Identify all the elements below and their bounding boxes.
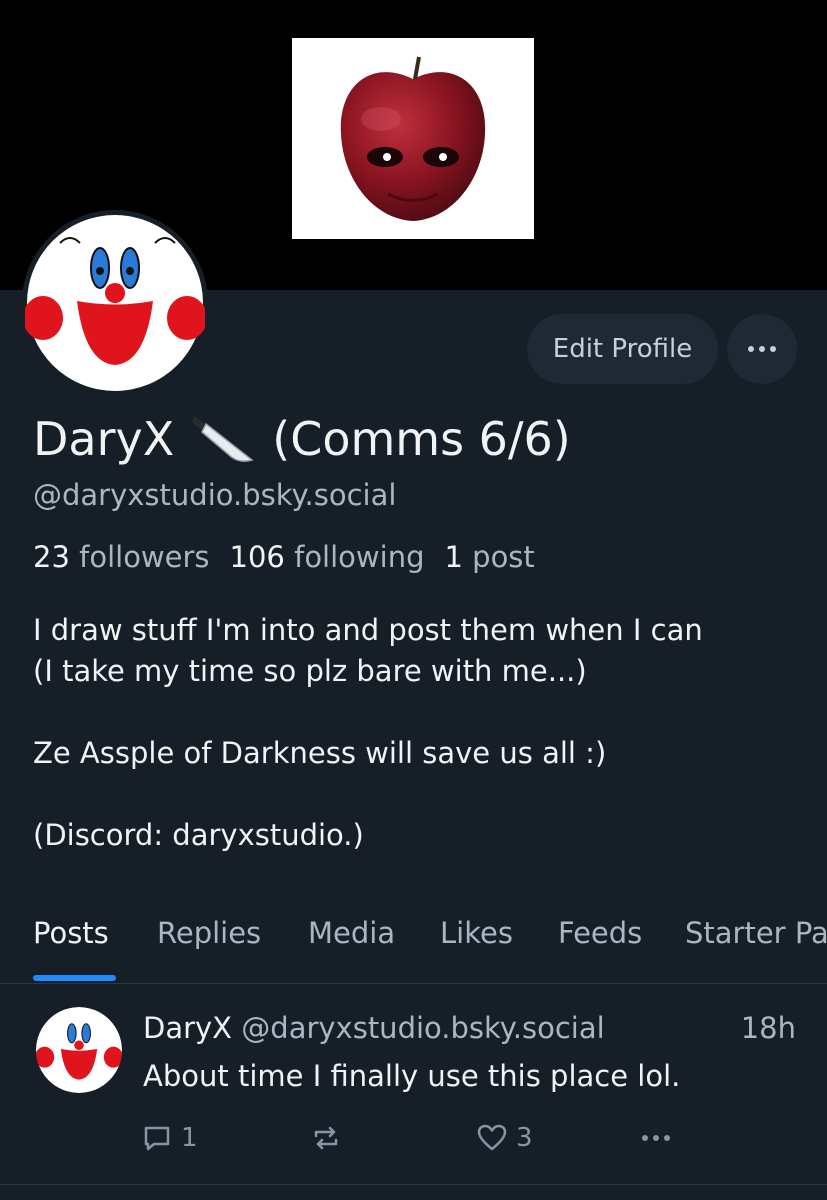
more-horizontal-icon	[748, 346, 776, 352]
posts-stat: 1 post	[444, 540, 534, 574]
edit-profile-label: Edit Profile	[552, 334, 693, 364]
followers-stat[interactable]: 23 followers	[33, 540, 210, 574]
repost-button[interactable]	[310, 1121, 350, 1155]
post-timestamp[interactable]: 18h	[741, 1011, 796, 1045]
profile-stats: 23 followers 106 following 1 post	[33, 540, 535, 574]
tab-likes[interactable]: Likes	[440, 912, 513, 983]
post-item[interactable]: DaryX @daryxstudio.bsky.social 18h About…	[0, 985, 827, 1185]
apple-face-icon	[340, 56, 486, 221]
tab-media[interactable]: Media	[308, 912, 395, 983]
reply-icon	[144, 1126, 170, 1151]
posts-count: 1	[444, 540, 463, 574]
heart-icon	[477, 1124, 507, 1151]
following-count: 106	[229, 540, 285, 574]
repost-icon	[314, 1126, 338, 1150]
profile-bio: I draw stuff I'm into and post them when…	[33, 610, 813, 856]
reply-count: 1	[181, 1123, 198, 1153]
post-more-button[interactable]	[642, 1121, 670, 1155]
profile-tabs: Posts Replies Media Likes Feeds Starter …	[0, 912, 827, 984]
posts-label: post	[472, 540, 535, 574]
bio-line: (I take my time so plz bare with me...)	[33, 654, 587, 688]
post-text: About time I finally use this place lol.	[143, 1059, 681, 1093]
bio-line: Ze Assple of Darkness will save us all :…	[33, 736, 607, 770]
display-name-text: DaryX	[33, 412, 175, 466]
like-count: 3	[516, 1123, 533, 1153]
bio-line: I draw stuff I'm into and post them when…	[33, 613, 703, 647]
more-horizontal-icon	[642, 1135, 670, 1141]
active-tab-indicator	[33, 975, 116, 981]
followers-count: 23	[33, 540, 70, 574]
post-avatar[interactable]	[36, 1007, 122, 1093]
profile-display-name: DaryX (Comms 6/6)	[33, 410, 571, 468]
banner-apple-image	[292, 38, 534, 239]
clown-avatar-icon	[36, 1007, 122, 1093]
clown-avatar-icon	[25, 215, 205, 391]
tab-replies[interactable]: Replies	[157, 912, 261, 983]
following-stat[interactable]: 106 following	[230, 540, 425, 574]
post-header: DaryX @daryxstudio.bsky.social	[143, 1011, 605, 1045]
profile-handle: @daryxstudio.bsky.social	[33, 478, 397, 512]
profile-more-button[interactable]	[727, 314, 797, 384]
edit-profile-button[interactable]: Edit Profile	[527, 314, 718, 384]
following-label: following	[294, 540, 425, 574]
tab-posts[interactable]: Posts	[33, 912, 109, 983]
post-author[interactable]: DaryX	[143, 1011, 232, 1045]
post-handle[interactable]: @daryxstudio.bsky.social	[241, 1011, 604, 1045]
tab-starter-packs[interactable]: Starter Pa	[685, 912, 827, 983]
reply-button[interactable]: 1	[141, 1121, 198, 1155]
display-name-suffix: (Comms 6/6)	[272, 412, 571, 466]
profile-avatar[interactable]	[22, 210, 208, 396]
followers-label: followers	[79, 540, 210, 574]
knife-emoji-icon	[192, 416, 254, 462]
like-button[interactable]: 3	[476, 1121, 533, 1155]
bio-line: (Discord: daryxstudio.)	[33, 818, 364, 852]
tab-feeds[interactable]: Feeds	[558, 912, 642, 983]
